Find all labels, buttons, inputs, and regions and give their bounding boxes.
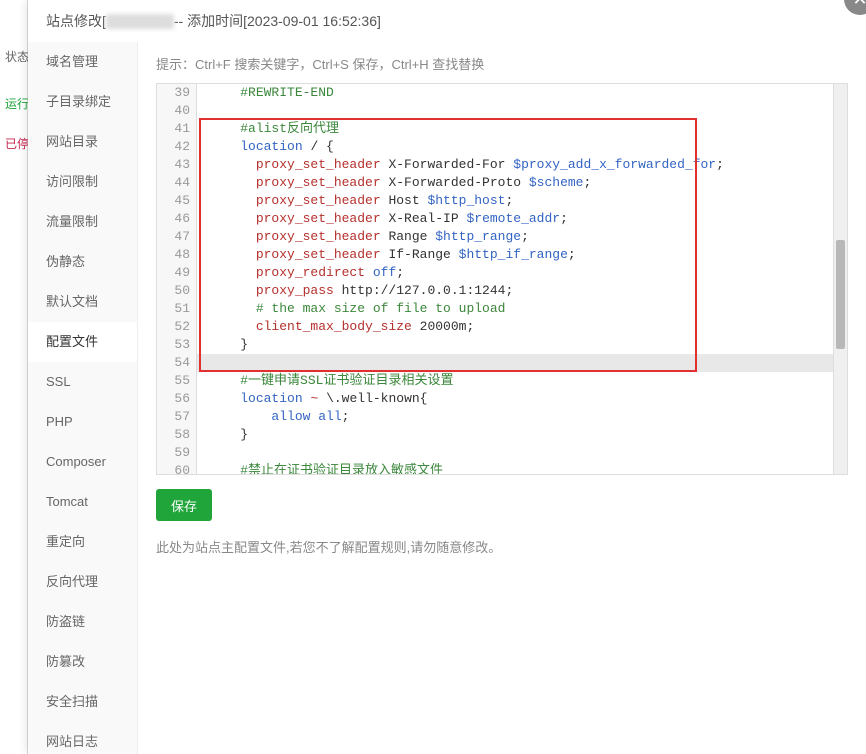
code-line[interactable]: proxy_set_header If-Range $http_if_range… [197,246,847,264]
line-number: 54 [157,354,190,372]
line-number: 55 [157,372,190,390]
line-number: 44 [157,174,190,192]
line-number: 43 [157,156,190,174]
line-number: 46 [157,210,190,228]
line-number: 57 [157,408,190,426]
code-editor[interactable]: 3940414243444546474849505152535455565758… [156,83,848,475]
code-line[interactable]: allow all; [197,408,847,426]
modal-title-prefix: 站点修改[ [46,11,106,31]
code-line[interactable]: proxy_set_header X-Forwarded-For $proxy_… [197,156,847,174]
line-number: 51 [157,300,190,318]
code-line[interactable] [197,354,847,372]
config-warning: 此处为站点主配置文件,若您不了解配置规则,请勿随意修改。 [156,537,848,556]
code-line[interactable]: #禁止在证书验证目录放入敏感文件 [197,462,847,474]
line-number: 56 [157,390,190,408]
line-number: 39 [157,84,190,102]
editor-scrollbar[interactable] [833,84,847,474]
sidebar-item-access[interactable]: 访问限制 [28,162,137,202]
code-line[interactable]: } [197,336,847,354]
code-line[interactable]: proxy_set_header Range $http_range; [197,228,847,246]
line-number: 41 [157,120,190,138]
code-line[interactable]: proxy_redirect off; [197,264,847,282]
line-number: 49 [157,264,190,282]
line-number: 45 [157,192,190,210]
code-line[interactable]: proxy_set_header X-Forwarded-Proto $sche… [197,174,847,192]
code-line[interactable]: #一键申请SSL证书验证目录相关设置 [197,372,847,390]
modal-title-suffix: -- 添加时间[2023-09-01 16:52:36] [174,11,381,31]
editor-hint: 提示：Ctrl+F 搜索关键字，Ctrl+S 保存，Ctrl+H 查找替换 [156,54,848,73]
line-number: 40 [157,102,190,120]
close-button[interactable]: ✕ [844,0,866,15]
code-line[interactable]: client_max_body_size 20000m; [197,318,847,336]
save-button[interactable]: 保存 [156,489,212,521]
scrollbar-thumb[interactable] [836,240,845,349]
line-number: 48 [157,246,190,264]
code-line[interactable]: # the max size of file to upload [197,300,847,318]
sidebar-item-antitamper[interactable]: 防篡改 [28,642,137,682]
code-line[interactable]: proxy_set_header X-Real-IP $remote_addr; [197,210,847,228]
sidebar-item-scan[interactable]: 安全扫描 [28,682,137,722]
line-number: 58 [157,426,190,444]
line-number: 47 [157,228,190,246]
modal-body: 域名管理子目录绑定网站目录访问限制流量限制伪静态默认文档配置文件SSLPHPCo… [28,42,866,754]
sidebar-item-proxy[interactable]: 反向代理 [28,562,137,602]
sidebar-item-traffic[interactable]: 流量限制 [28,202,137,242]
sidebar-item-rewrite[interactable]: 伪静态 [28,242,137,282]
sidebar-item-sitedir[interactable]: 网站目录 [28,122,137,162]
code-line[interactable]: } [197,426,847,444]
sidebar-item-tomcat[interactable]: Tomcat [28,482,137,522]
code-line[interactable] [197,102,847,120]
sidebar-item-config[interactable]: 配置文件 [28,322,137,362]
code-line[interactable]: location / { [197,138,847,156]
code-line[interactable]: proxy_set_header Host $http_host; [197,192,847,210]
code-line[interactable]: #alist反向代理 [197,120,847,138]
content-pane: 提示：Ctrl+F 搜索关键字，Ctrl+S 保存，Ctrl+H 查找替换 39… [138,42,866,754]
sidebar-item-subdir[interactable]: 子目录绑定 [28,82,137,122]
sidebar-item-php[interactable]: PHP [28,402,137,442]
editor-gutter: 3940414243444546474849505152535455565758… [157,84,197,474]
sidebar-item-default[interactable]: 默认文档 [28,282,137,322]
line-number: 52 [157,318,190,336]
line-number: 53 [157,336,190,354]
sidebar-item-ssl[interactable]: SSL [28,362,137,402]
sidebar-item-domain[interactable]: 域名管理 [28,42,137,82]
modal-header: 站点修改[ -- 添加时间[2023-09-01 16:52:36] ✕ [28,0,866,42]
code-line[interactable]: location ~ \.well-known{ [197,390,847,408]
site-edit-modal: 站点修改[ -- 添加时间[2023-09-01 16:52:36] ✕ 域名管… [28,0,866,754]
modal-title-redacted [106,14,174,29]
sidebar-item-antileech[interactable]: 防盗链 [28,602,137,642]
close-icon: ✕ [852,0,866,8]
code-line[interactable]: proxy_pass http://127.0.0.1:1244; [197,282,847,300]
line-number: 59 [157,444,190,462]
sidebar: 域名管理子目录绑定网站目录访问限制流量限制伪静态默认文档配置文件SSLPHPCo… [28,42,138,754]
editor-code-area[interactable]: #REWRITE-END #alist反向代理 location / { pro… [197,84,847,474]
line-number: 60 [157,462,190,480]
sidebar-item-redirect[interactable]: 重定向 [28,522,137,562]
code-line[interactable]: #REWRITE-END [197,84,847,102]
code-line[interactable] [197,444,847,462]
line-number: 50 [157,282,190,300]
line-number: 42 [157,138,190,156]
sidebar-item-log[interactable]: 网站日志 [28,722,137,754]
sidebar-item-composer[interactable]: Composer [28,442,137,482]
